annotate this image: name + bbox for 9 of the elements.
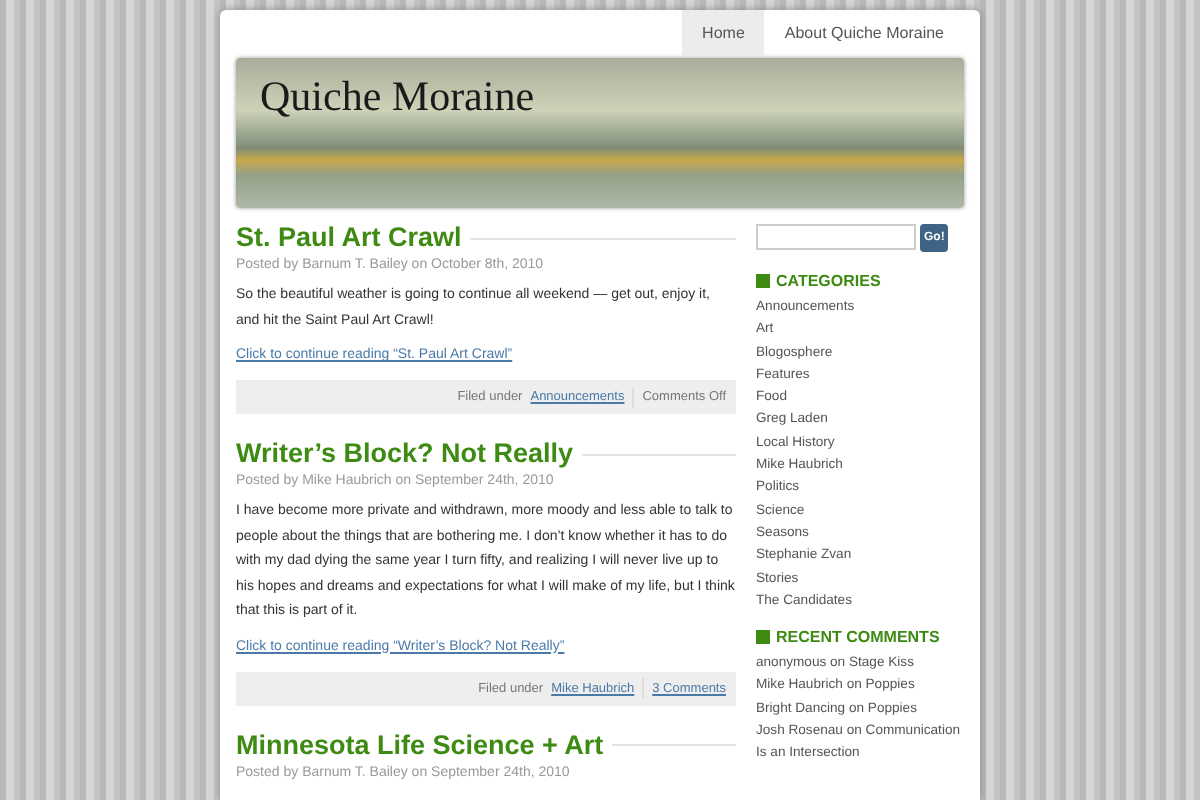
nav-tab[interactable]: About Quiche Moraine [764, 10, 964, 56]
site-title: Quiche Moraine [260, 72, 535, 122]
post-title[interactable]: St. Paul Art Crawl [236, 222, 470, 254]
widget-heading: CATEGORIES [756, 272, 964, 290]
search-field[interactable] [756, 224, 916, 250]
widget-heading: RECENT COMMENTS [756, 628, 964, 647]
post-title[interactable]: Writer’s Block? Not Really [236, 438, 582, 470]
post-title[interactable]: Minnesota Life Science + Art [236, 729, 612, 761]
nav-tab[interactable]: Home [682, 10, 765, 56]
